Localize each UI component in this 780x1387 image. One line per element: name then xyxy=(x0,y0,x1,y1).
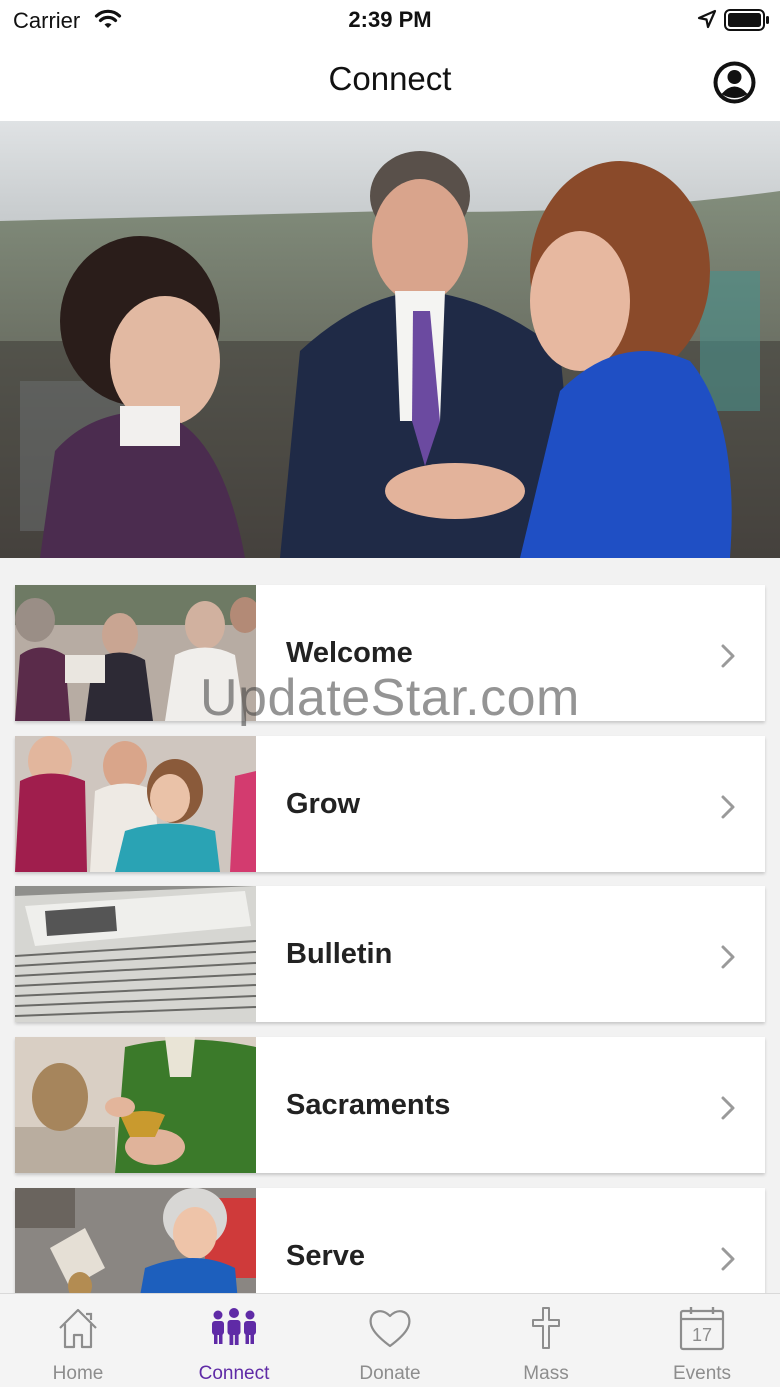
status-time: 2:39 PM xyxy=(348,7,432,32)
calendar-day: 17 xyxy=(692,1325,712,1345)
menu-item-bulletin[interactable]: Bulletin xyxy=(15,886,765,1022)
choir-singing-photo xyxy=(15,585,256,721)
page-title: Connect xyxy=(328,60,452,97)
menu-item-label: Sacraments xyxy=(286,1089,451,1121)
menu-item-label: Serve xyxy=(286,1240,366,1272)
nav-bar: Connect xyxy=(0,40,780,121)
tab-donate[interactable]: Donate xyxy=(312,1294,468,1387)
tab-label: Mass xyxy=(523,1363,569,1384)
chevron-right-icon xyxy=(721,1096,735,1120)
menu-list: Welcome Grow Bulletin Sacraments Serve xyxy=(0,558,780,1293)
heart-icon xyxy=(369,1310,411,1348)
menu-item-label: Bulletin xyxy=(286,938,393,970)
tab-connect[interactable]: Connect xyxy=(156,1294,312,1387)
people-icon xyxy=(212,1308,256,1345)
child-volunteer-photo xyxy=(15,1188,256,1293)
hero-photo xyxy=(0,121,780,558)
chevron-right-icon xyxy=(721,1247,735,1271)
newspaper-stack-photo xyxy=(15,886,256,1022)
children-in-class-photo xyxy=(15,736,256,872)
chevron-right-icon xyxy=(721,644,735,668)
menu-item-welcome[interactable]: Welcome xyxy=(15,585,765,721)
cross-icon xyxy=(532,1307,560,1349)
user-circle-icon[interactable] xyxy=(712,60,757,105)
chevron-right-icon xyxy=(721,795,735,819)
menu-item-label: Welcome xyxy=(286,637,413,669)
calendar-icon: 17 xyxy=(679,1307,725,1351)
menu-item-grow[interactable]: Grow xyxy=(15,736,765,872)
tab-label: Connect xyxy=(198,1363,270,1384)
tab-label: Donate xyxy=(359,1363,421,1384)
tab-events[interactable]: 17 Events xyxy=(624,1294,780,1387)
menu-item-serve[interactable]: Serve xyxy=(15,1188,765,1293)
tab-bar: Home Connect Donate Mass 17 Events xyxy=(0,1293,780,1387)
status-bar: Carrier 2:39 PM xyxy=(0,0,780,40)
tab-home[interactable]: Home xyxy=(0,1294,156,1387)
tab-label: Events xyxy=(672,1363,732,1384)
priest-with-chalice-photo xyxy=(15,1037,256,1173)
chevron-right-icon xyxy=(721,945,735,969)
menu-item-sacraments[interactable]: Sacraments xyxy=(15,1037,765,1173)
tab-mass[interactable]: Mass xyxy=(468,1294,624,1387)
location-arrow-icon xyxy=(697,9,717,29)
hero-image xyxy=(0,121,780,558)
battery-icon xyxy=(724,9,769,31)
tab-label: Home xyxy=(52,1363,104,1384)
menu-item-label: Grow xyxy=(286,788,361,820)
home-icon xyxy=(59,1308,97,1349)
